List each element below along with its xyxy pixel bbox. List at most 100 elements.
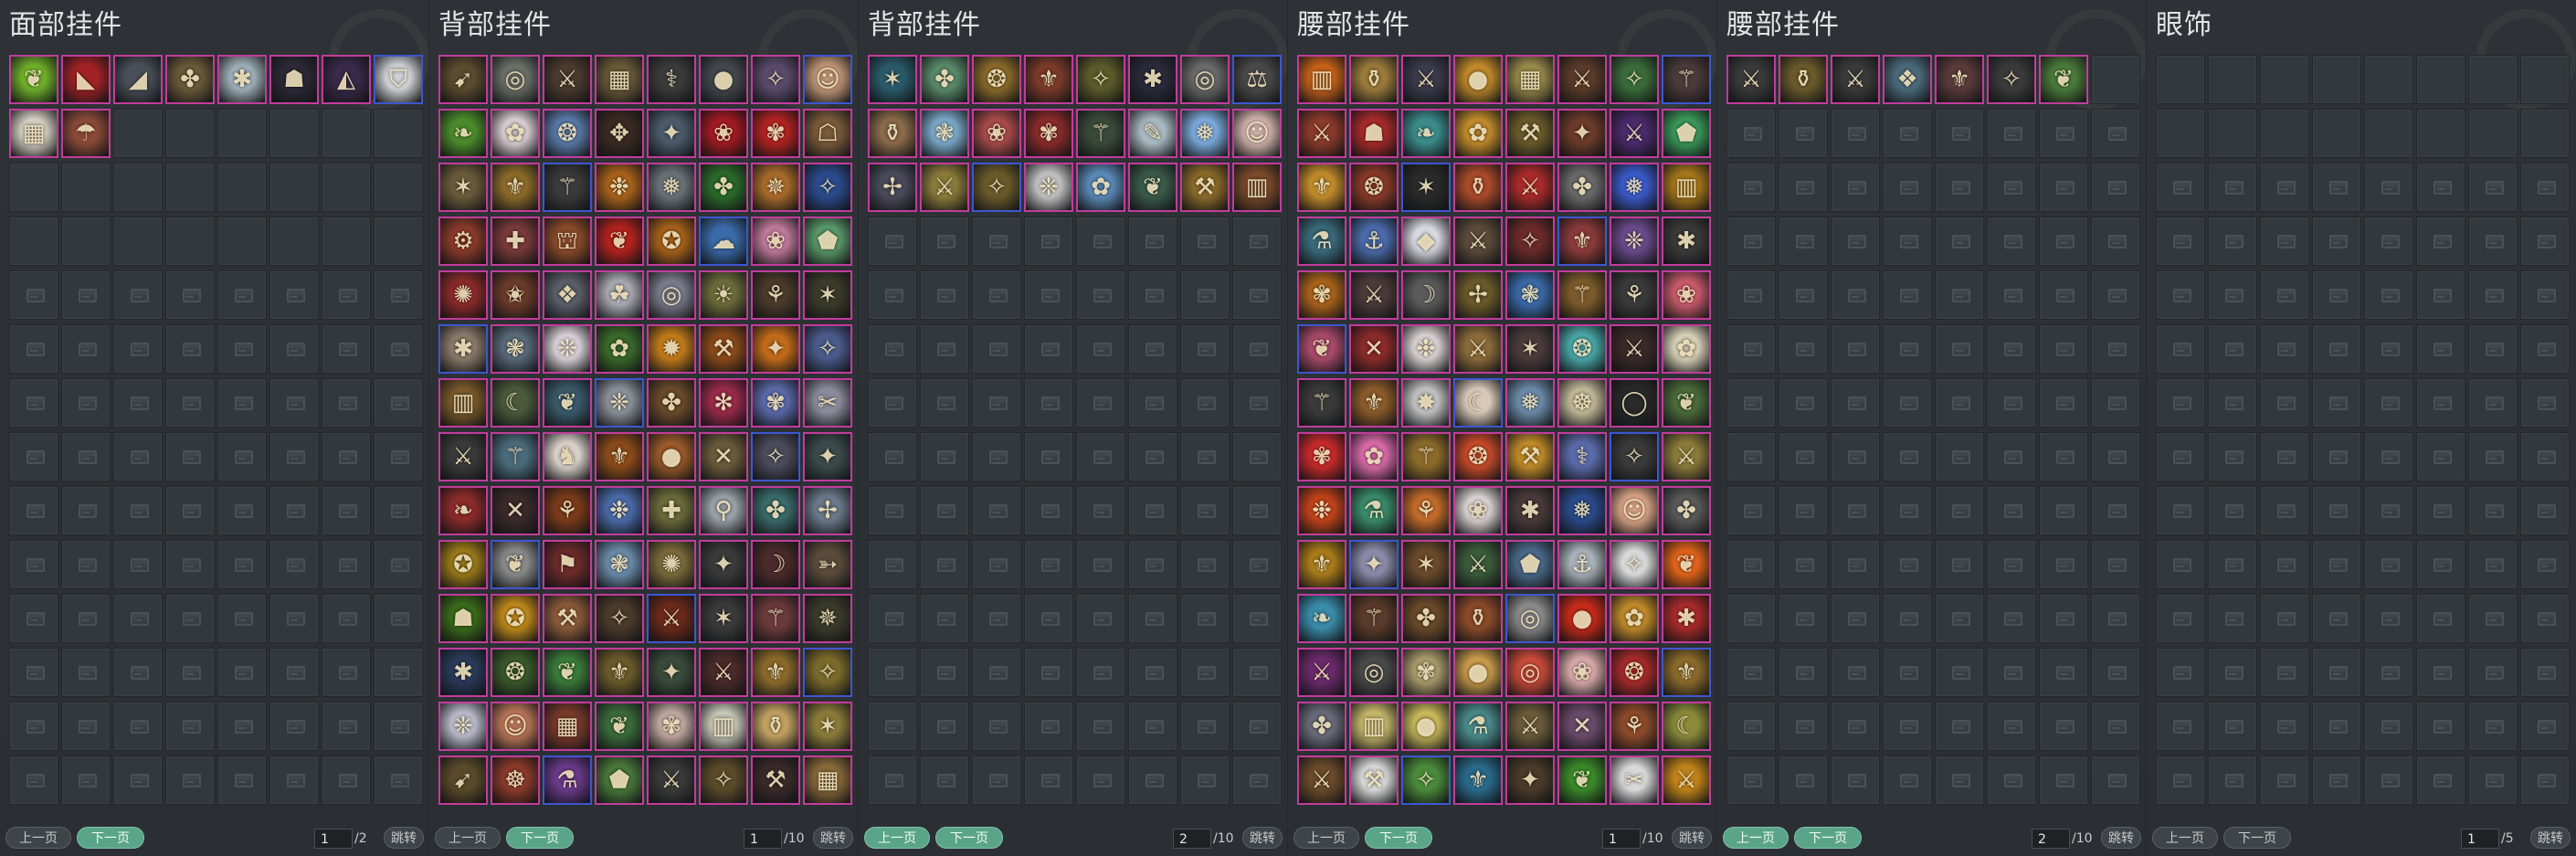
next-page-button[interactable]: 下一页 bbox=[506, 827, 574, 849]
item-slot[interactable]: ✤ bbox=[699, 163, 748, 212]
item-slot[interactable]: ❅ bbox=[1610, 163, 1659, 212]
item-slot[interactable]: ✶ bbox=[699, 594, 748, 643]
item-slot[interactable]: ❈ bbox=[1610, 217, 1659, 266]
item-slot[interactable]: ✦ bbox=[647, 648, 696, 697]
item-slot[interactable]: ✬ bbox=[491, 270, 540, 320]
item-slot[interactable]: ☂ bbox=[61, 109, 111, 158]
item-slot[interactable]: ◎ bbox=[1180, 55, 1230, 104]
item-slot[interactable]: ⚜ bbox=[1349, 378, 1399, 428]
item-slot[interactable]: ✾ bbox=[751, 109, 800, 158]
prev-page-button[interactable]: 上一页 bbox=[435, 827, 501, 849]
item-slot[interactable]: ⚒ bbox=[1505, 109, 1555, 158]
item-slot[interactable]: ☸ bbox=[1557, 378, 1607, 428]
item-slot[interactable]: ✶ bbox=[803, 702, 852, 751]
item-slot[interactable]: ☾ bbox=[1453, 378, 1503, 428]
item-slot[interactable]: ✦ bbox=[803, 432, 852, 481]
item-slot[interactable]: ❅ bbox=[1557, 486, 1607, 535]
item-slot[interactable]: ⚔ bbox=[543, 55, 592, 104]
item-slot[interactable]: ⚔ bbox=[438, 432, 488, 481]
item-slot[interactable]: ✢ bbox=[868, 163, 917, 212]
item-slot[interactable]: ❦ bbox=[543, 378, 592, 428]
item-slot[interactable]: ❉ bbox=[595, 486, 644, 535]
item-slot[interactable]: ☸ bbox=[491, 756, 540, 805]
prev-page-button[interactable]: 上一页 bbox=[864, 827, 930, 849]
item-slot[interactable]: ✤ bbox=[1662, 486, 1711, 535]
prev-page-button[interactable]: 上一页 bbox=[1723, 827, 1789, 849]
jump-button[interactable]: 跳转 bbox=[1242, 827, 1283, 849]
item-slot[interactable]: ⚔ bbox=[1505, 702, 1555, 751]
item-slot[interactable]: ◎ bbox=[1349, 648, 1399, 697]
next-page-button[interactable]: 下一页 bbox=[1794, 827, 1862, 849]
item-slot[interactable]: ▥ bbox=[1232, 163, 1282, 212]
item-slot[interactable]: ✺ bbox=[647, 540, 696, 589]
next-page-button[interactable]: 下一页 bbox=[2223, 827, 2291, 849]
item-slot[interactable]: ♞ bbox=[543, 432, 592, 481]
item-slot[interactable]: ❀ bbox=[1453, 486, 1503, 535]
item-slot[interactable]: ⚲ bbox=[699, 486, 748, 535]
item-slot[interactable]: ▥ bbox=[1662, 163, 1711, 212]
empty-slot[interactable] bbox=[61, 217, 111, 266]
item-slot[interactable]: ❧ bbox=[1297, 594, 1346, 643]
item-slot[interactable]: ⚔ bbox=[1297, 648, 1346, 697]
item-slot[interactable]: ❅ bbox=[1180, 109, 1230, 158]
item-slot[interactable]: ✧ bbox=[1505, 217, 1555, 266]
item-slot[interactable]: ✤ bbox=[1401, 594, 1451, 643]
prev-page-button[interactable]: 上一页 bbox=[5, 827, 71, 849]
item-slot[interactable]: ⚜ bbox=[491, 163, 540, 212]
item-slot[interactable]: ❃ bbox=[920, 109, 969, 158]
page-number-input[interactable]: 1 bbox=[2461, 829, 2499, 849]
item-slot[interactable]: ❦ bbox=[1557, 756, 1607, 805]
item-slot[interactable]: ☺ bbox=[1232, 109, 1282, 158]
item-slot[interactable]: ⚖ bbox=[1232, 55, 1282, 104]
item-slot[interactable]: ⚜ bbox=[1024, 55, 1073, 104]
item-slot[interactable]: ● bbox=[647, 432, 696, 481]
item-slot[interactable]: ⛉ bbox=[374, 55, 423, 104]
item-slot[interactable]: ✕ bbox=[1349, 324, 1399, 374]
item-slot[interactable]: ✶ bbox=[438, 163, 488, 212]
item-slot[interactable]: ☽ bbox=[1401, 270, 1451, 320]
item-slot[interactable]: ⚑ bbox=[543, 540, 592, 589]
item-slot[interactable]: ✧ bbox=[1610, 432, 1659, 481]
item-slot[interactable]: ❀ bbox=[1557, 648, 1607, 697]
item-slot[interactable]: ✧ bbox=[972, 163, 1021, 212]
item-slot[interactable]: ◯ bbox=[1610, 378, 1659, 428]
item-slot[interactable]: ❦ bbox=[1128, 163, 1177, 212]
item-slot[interactable]: ✦ bbox=[1557, 109, 1607, 158]
item-slot[interactable]: ❀ bbox=[972, 109, 1021, 158]
item-slot[interactable]: ✶ bbox=[1401, 163, 1451, 212]
item-slot[interactable]: ✿ bbox=[491, 109, 540, 158]
item-slot[interactable]: ⚔ bbox=[1610, 324, 1659, 374]
item-slot[interactable]: ✦ bbox=[699, 540, 748, 589]
prev-page-button[interactable]: 上一页 bbox=[2152, 827, 2218, 849]
item-slot[interactable]: ◎ bbox=[491, 55, 540, 104]
empty-slot[interactable] bbox=[2156, 109, 2205, 158]
item-slot[interactable]: ◢ bbox=[113, 55, 163, 104]
item-slot[interactable]: ✤ bbox=[751, 486, 800, 535]
item-slot[interactable]: ⚚ bbox=[1557, 270, 1607, 320]
empty-slot[interactable] bbox=[2208, 109, 2257, 158]
item-slot[interactable]: ▦ bbox=[1505, 55, 1555, 104]
jump-button[interactable]: 跳转 bbox=[813, 827, 853, 849]
item-slot[interactable]: ☺ bbox=[803, 55, 852, 104]
item-slot[interactable]: ✱ bbox=[1505, 486, 1555, 535]
item-slot[interactable]: ❦ bbox=[2039, 55, 2088, 104]
item-slot[interactable]: ✧ bbox=[1076, 55, 1125, 104]
item-slot[interactable]: ⚜ bbox=[595, 432, 644, 481]
next-page-button[interactable]: 下一页 bbox=[1365, 827, 1432, 849]
item-slot[interactable]: ✥ bbox=[595, 109, 644, 158]
item-slot[interactable]: ✶ bbox=[1401, 540, 1451, 589]
item-slot[interactable]: ❂ bbox=[1557, 324, 1607, 374]
item-slot[interactable]: ⚜ bbox=[1557, 217, 1607, 266]
empty-slot[interactable] bbox=[322, 217, 371, 266]
item-slot[interactable]: ⚚ bbox=[543, 163, 592, 212]
item-slot[interactable]: ❈ bbox=[1024, 163, 1073, 212]
empty-slot[interactable] bbox=[2312, 109, 2361, 158]
item-slot[interactable]: ✧ bbox=[595, 594, 644, 643]
item-slot[interactable]: ✧ bbox=[1987, 55, 2036, 104]
item-slot[interactable]: ☾ bbox=[491, 378, 540, 428]
item-slot[interactable]: ✵ bbox=[803, 594, 852, 643]
item-slot[interactable]: ⚔ bbox=[1557, 55, 1607, 104]
item-slot[interactable]: ⚔ bbox=[1297, 756, 1346, 805]
item-slot[interactable]: ⚔ bbox=[1662, 756, 1711, 805]
item-slot[interactable]: ⚔ bbox=[1453, 217, 1503, 266]
